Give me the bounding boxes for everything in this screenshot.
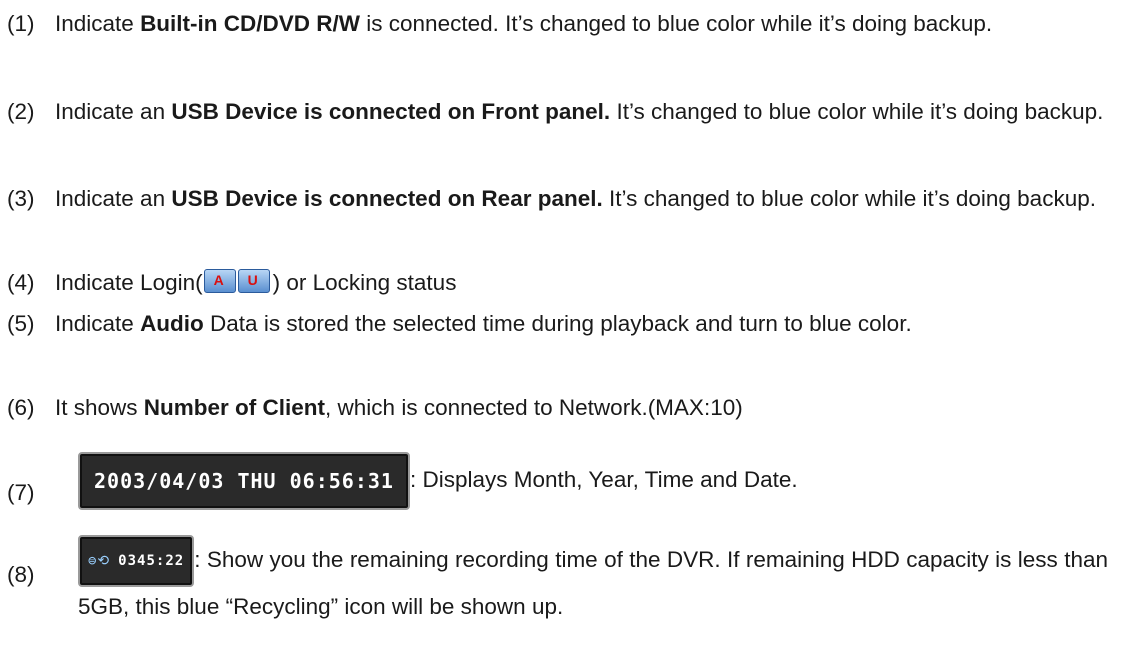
item-number: (7) — [7, 480, 35, 505]
manual-page: (1) Indicate Built-in CD/DVD R/W is conn… — [0, 0, 1123, 662]
item-number: (8) — [7, 562, 35, 587]
item-number: (6) — [7, 395, 35, 420]
item-text: Indicate Audio Data is stored the select… — [55, 305, 1108, 342]
item-number: (1) — [7, 11, 35, 36]
item-number: (4) — [7, 270, 35, 295]
item-text-post: : Show you the remaining recording time … — [78, 546, 1108, 619]
item-number: (5) — [7, 311, 35, 336]
item-text: It shows Number of Client, which is conn… — [55, 389, 1108, 426]
item-text: Indicate an USB Device is connected on R… — [55, 180, 1108, 217]
item-text-bold: Built-in CD/DVD R/W — [140, 11, 361, 36]
user-login-badge: U — [247, 272, 258, 288]
recording-time-display: ⊜⟲ 0345:22 — [78, 535, 195, 587]
item-number: (3) — [7, 186, 35, 211]
item-text: ⊜⟲ 0345:22: Show you the remaining record… — [78, 535, 1108, 627]
item-text: 2003/04/03 THU 06:56:31: Displays Month,… — [78, 452, 1108, 510]
item-text-bold: USB Device is connected on Front panel. — [171, 99, 611, 124]
item-text-pre: Indicate — [55, 311, 141, 336]
item-text-post: It’s changed to blue color while it’s do… — [610, 99, 1104, 124]
admin-login-icon: A — [203, 269, 236, 293]
item-text-post: , which is connected to Network.(MAX:10) — [325, 395, 743, 420]
item-text-post: It’s changed to blue color while it’s do… — [602, 186, 1096, 211]
item-text-pre: Indicate — [55, 11, 141, 36]
item-text-post: Data is stored the selected time during … — [203, 311, 912, 336]
login-status-icons: AU — [203, 269, 272, 293]
item-text: Indicate an USB Device is connected on F… — [55, 93, 1108, 130]
item-text-post: is connected. It’s changed to blue color… — [360, 11, 993, 36]
user-login-icon: U — [237, 269, 270, 293]
item-text-post: : Displays Month, Year, Time and Date. — [409, 466, 798, 492]
item-text-pre: Indicate Login( — [55, 270, 203, 295]
admin-login-badge: A — [213, 272, 224, 288]
item-text-pre: Indicate an — [55, 99, 172, 124]
remaining-time-value: 0345:22 — [118, 553, 185, 569]
item-text-bold: USB Device is connected on Rear panel. — [171, 186, 603, 211]
recycling-icon: ⊜⟲ — [88, 553, 111, 569]
item-text: Indicate Login(A U) or Locking status — [55, 264, 1108, 301]
item-text-bold: Number of Client — [143, 395, 326, 420]
item-text: Indicate Built-in CD/DVD R/W is connecte… — [55, 5, 1108, 42]
date-time-display: 2003/04/03 THU 06:56:31 — [78, 452, 410, 510]
item-text-post: ) or Locking status — [272, 270, 457, 295]
item-number: (2) — [7, 99, 35, 124]
item-text-pre: It shows — [55, 395, 144, 420]
item-text-bold: Audio — [140, 311, 204, 336]
item-text-pre: Indicate an — [55, 186, 172, 211]
